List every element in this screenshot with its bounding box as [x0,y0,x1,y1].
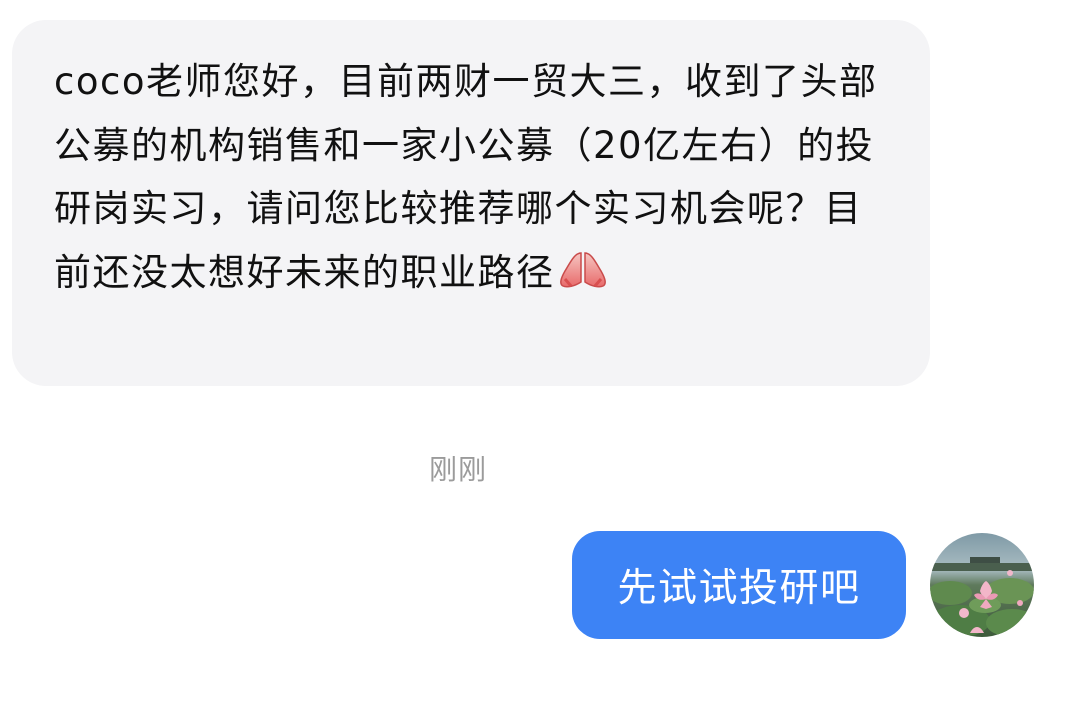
incoming-message-text: coco老师您好，目前两财一贸大三，收到了头部公募的机构销售和一家小公募（20亿… [54,50,900,304]
incoming-message-content: coco老师您好，目前两财一贸大三，收到了头部公募的机构销售和一家小公募（20亿… [54,60,878,294]
outgoing-message-text: 先试试投研吧 [617,566,861,611]
chat-conversation: coco老师您好，目前两财一贸大三，收到了头部公募的机构销售和一家小公募（20亿… [0,0,1080,721]
outgoing-message-bubble[interactable]: 先试试投研吧 [572,531,906,639]
folded-hands-emoji-icon [557,245,609,288]
message-timestamp: 刚刚 [428,453,487,486]
incoming-message-bubble[interactable]: coco老师您好，目前两财一贸大三，收到了头部公募的机构销售和一家小公募（20亿… [12,20,930,386]
lotus-pond-avatar-icon[interactable] [930,533,1034,637]
